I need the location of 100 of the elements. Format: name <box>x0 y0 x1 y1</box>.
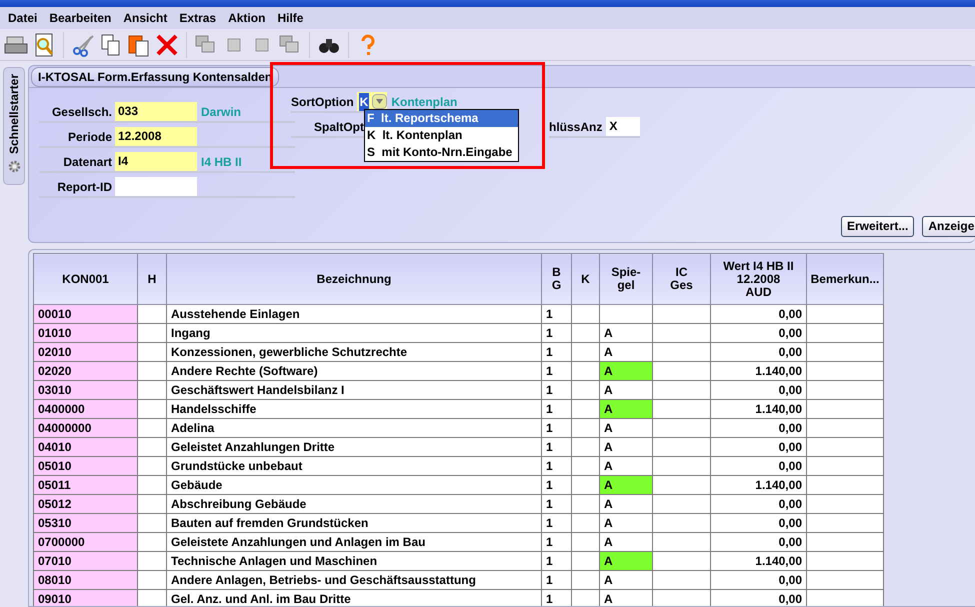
input-field[interactable]: X <box>606 117 640 136</box>
column-header[interactable]: Spie- gel <box>600 254 652 304</box>
table-cell: 1 <box>542 476 572 494</box>
table-cell: 1 <box>542 494 572 514</box>
table-cell: 05310 <box>34 514 138 532</box>
table-cell: 02020 <box>34 362 138 380</box>
menu-item[interactable]: Aktion <box>222 9 272 27</box>
field-label: Periode <box>66 128 113 146</box>
x-mark-icon[interactable] <box>155 32 179 56</box>
column-header[interactable]: KON001 <box>34 254 138 304</box>
dropdown-button-icon[interactable] <box>372 94 388 109</box>
field-label: SortOption <box>291 94 355 110</box>
column-header[interactable]: Bemerkun... <box>806 254 884 304</box>
table-cell: A <box>600 494 652 514</box>
menu-item[interactable]: Extras <box>173 9 222 27</box>
table-cell: 1 <box>542 324 572 342</box>
table-cell: 1 <box>542 570 572 590</box>
table-cell: 02010 <box>34 342 138 362</box>
column-header[interactable]: K <box>572 254 600 304</box>
table-cell: 0,00 <box>710 570 806 590</box>
table-cell: 1 <box>542 456 572 476</box>
table-cell: 1 <box>542 342 572 362</box>
column-header[interactable]: IC Ges <box>652 254 710 304</box>
table-cell: 1 <box>542 552 572 570</box>
table-cell: A <box>600 514 652 532</box>
table-cell: A <box>600 400 652 418</box>
quick-start-tab[interactable]: Schnellstarter <box>3 67 25 185</box>
menu-item[interactable]: Datei <box>2 9 44 27</box>
table-cell: 04000000 <box>34 418 138 438</box>
table-cell: 0,00 <box>710 418 806 438</box>
dropdown-option[interactable]: S mit Konto-Nrn.Eingabe <box>365 144 518 161</box>
table-cell: 1 <box>542 532 572 552</box>
table-cell: Ausstehende Einlagen <box>166 304 542 324</box>
input-field[interactable]: 033 <box>115 102 197 121</box>
field-description: Kontenplan <box>390 94 458 110</box>
table-cell: 09010 <box>34 590 138 606</box>
table-cell: Grundstücke unbebaut <box>166 456 542 476</box>
table-cell: 05012 <box>34 494 138 514</box>
table-cell: 05011 <box>34 476 138 494</box>
table-cell: 0,00 <box>710 514 806 532</box>
table-cell: Abschreibung Gebäude <box>166 494 542 514</box>
table-cell: 08010 <box>34 570 138 590</box>
table-cell: Geschäftswert Handelsbilanz I <box>166 380 542 400</box>
table-cell: 0,00 <box>710 456 806 476</box>
table-cell: 0700000 <box>34 532 138 552</box>
input-field[interactable]: I4 <box>115 152 197 171</box>
table-cell: 1 <box>542 380 572 400</box>
table-cell: 0,00 <box>710 324 806 342</box>
field-label: Gesellsch. <box>50 104 113 120</box>
table-cell: Gebäude <box>166 476 542 494</box>
table-cell: 0,00 <box>710 494 806 514</box>
button[interactable]: Erweitert... <box>841 216 914 237</box>
table-cell: A <box>600 438 652 456</box>
table-cell: Technische Anlagen und Maschinen <box>166 552 542 570</box>
table-cell: Geleistete Anzahlungen und Anlagen im Bau <box>166 532 542 552</box>
button[interactable]: Anzeige <box>922 216 975 237</box>
table-cell: 1.140,00 <box>710 400 806 418</box>
form-tab[interactable]: I-KTOSAL Form.Erfassung Kontensalden <box>31 67 280 87</box>
table-cell: 0,00 <box>710 438 806 456</box>
table-cell: A <box>600 418 652 438</box>
input-field[interactable] <box>115 177 197 196</box>
table-cell: A <box>600 476 652 494</box>
table-cell: 1 <box>542 514 572 532</box>
table-cell: 0,00 <box>710 304 806 324</box>
table-cell: 07010 <box>34 552 138 570</box>
scissors-icon[interactable] <box>71 32 95 56</box>
table-cell: 0,00 <box>710 342 806 362</box>
input-field[interactable]: 12.2008 <box>115 127 197 146</box>
menu-item[interactable]: Bearbeiten <box>43 9 118 27</box>
table-cell: 1 <box>542 438 572 456</box>
table-cell: 00010 <box>34 304 138 324</box>
table-cell: Bauten auf fremden Grundstücken <box>166 514 542 532</box>
field-label: SpaltOpt <box>313 118 365 136</box>
table-cell: 0,00 <box>710 380 806 400</box>
menu-item[interactable]: Ansicht <box>117 9 174 27</box>
menu-item[interactable]: Hilfe <box>271 9 310 27</box>
table-cell: 05010 <box>34 456 138 476</box>
table-cell: A <box>600 552 652 570</box>
field-description: Darwin <box>200 104 242 120</box>
column-header[interactable]: H <box>138 254 166 304</box>
table-cell: A <box>600 570 652 590</box>
dropdown-option[interactable]: F lt. Reportschema <box>365 110 518 127</box>
table-cell: Ingang <box>166 324 542 342</box>
combo-field[interactable]: K <box>356 92 388 111</box>
table-cell: A <box>600 324 652 342</box>
column-header[interactable]: B G <box>542 254 572 304</box>
field-label: hlüssAnz <box>549 118 602 136</box>
table-cell: 1 <box>542 362 572 380</box>
column-header[interactable]: Bezeichnung <box>166 254 542 304</box>
dropdown-option[interactable]: K lt. Kontenplan <box>365 127 518 144</box>
table-cell: Andere Rechte (Software) <box>166 362 542 380</box>
table-cell: Handelsschiffe <box>166 400 542 418</box>
paste-icon[interactable] <box>127 32 151 56</box>
table-cell: 1 <box>542 400 572 418</box>
table-cell: A <box>600 362 652 380</box>
gear-icon <box>8 160 20 174</box>
column-header[interactable]: Wert I4 HB II 12.2008 AUD <box>710 254 806 304</box>
table-cell: Andere Anlagen, Betriebs- und Geschäftsausstattung <box>166 570 542 590</box>
table-cell: 0400000 <box>34 400 138 418</box>
table-cell: Konzessionen, gewerbliche Schutzrechte <box>166 342 542 362</box>
